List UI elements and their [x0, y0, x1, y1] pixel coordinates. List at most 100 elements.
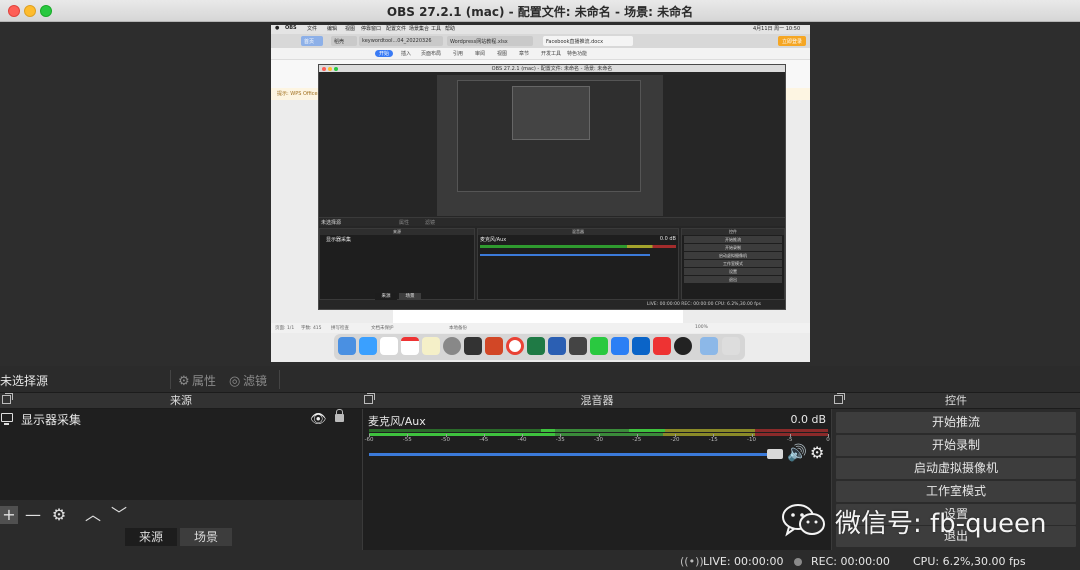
- mixer-dock: 混音器 麦克风/Aux 0.0 dB -60 -55 -50 -45 -40 -35 -30…: [362, 393, 832, 550]
- doc-status-item: 本地备份: [449, 326, 467, 331]
- nested-sources-dock: 来源 显示器采集: [319, 228, 475, 300]
- nested-title: OBS 27.2.1 (mac) - 配置文件: 未命名 - 场景: 未命名: [319, 65, 785, 72]
- notes-icon: [422, 337, 440, 355]
- list-item[interactable]: 显示器采集 👁: [0, 409, 362, 427]
- notice-text: 提示: WPS Office: [277, 91, 318, 97]
- nested-control-button: 设置: [684, 268, 782, 275]
- ribbon-tab: 页面布局: [421, 51, 442, 57]
- login-button: 立即登录: [777, 36, 806, 46]
- controls-title: 控件: [945, 394, 967, 407]
- tab-scenes[interactable]: 场景: [180, 528, 232, 546]
- undock-icon[interactable]: [834, 393, 845, 404]
- wps-statusbar: 页面: 1/1 字数: 415 拼写检查 文档未保护 本地备份 100%: [271, 323, 810, 333]
- undock-icon[interactable]: [2, 393, 13, 404]
- ribbon-tab: 插入: [401, 51, 412, 57]
- move-down-button[interactable]: ﹀: [110, 506, 128, 524]
- volume-slider[interactable]: [369, 453, 769, 456]
- mixer-db-value: 0.0 dB: [790, 413, 826, 426]
- start-virtual-camera-button[interactable]: 启动虚拟摄像机: [836, 458, 1076, 479]
- sources-header: 来源: [0, 393, 362, 409]
- meter-scale-label: -30: [594, 437, 603, 443]
- meter-tick: [751, 434, 753, 437]
- calculator-icon: [569, 337, 587, 355]
- nested-tab-scenes: 场景: [399, 293, 421, 300]
- tab-sources[interactable]: 来源: [125, 528, 177, 546]
- start-recording-button[interactable]: 开始录制: [836, 435, 1076, 456]
- nested-status: LIVE: 00:00:00 REC: 00:00:00 CPU: 6.2%,3…: [646, 302, 761, 307]
- meter-scale-label: -10: [747, 437, 756, 443]
- mail-icon: [380, 337, 398, 355]
- dock-tabs: 来源 场景: [0, 528, 362, 547]
- menubar-item: 停靠窗口: [361, 26, 382, 32]
- nested-control-button: 退出: [684, 276, 782, 283]
- ribbon-tab-active: 开始: [375, 50, 394, 57]
- meter-scale-label: -15: [708, 437, 718, 443]
- source-toolbar: 未选择源 ⚙ 属性 ◎ 滤镜: [0, 366, 1080, 393]
- chrome-icon: [506, 337, 524, 355]
- meter-tick: [789, 434, 791, 437]
- obs-app-icon: [464, 337, 482, 355]
- eye-icon[interactable]: 👁: [310, 412, 327, 427]
- start-streaming-button[interactable]: 开始推流: [836, 412, 1076, 433]
- browser-tabbar: 首页 稻壳 keywordtool...04_20220326 Wordpres…: [271, 34, 810, 48]
- meter-scale-label: -20: [670, 437, 680, 443]
- mixer-header: 混音器: [362, 393, 832, 409]
- nested-mixer-db: 0.0 dB: [659, 236, 676, 242]
- filters-label: 滤镜: [243, 374, 268, 388]
- meter-tick: [675, 434, 676, 437]
- speaker-icon[interactable]: 🔊: [787, 443, 807, 462]
- feishu-icon: [611, 337, 629, 355]
- preview-area[interactable]: ● OBS 文件 编辑 视图 停靠窗口 配置文件 场景集合 工具 帮助 4月11…: [0, 22, 1080, 366]
- meter-tick: [636, 434, 638, 437]
- sources-title: 来源: [170, 394, 192, 407]
- nested-preview: [437, 75, 663, 216]
- nested-slider: [480, 254, 650, 256]
- studio-mode-button[interactable]: 工作室模式: [836, 481, 1076, 502]
- properties-button[interactable]: ⚙ 属性: [178, 370, 216, 389]
- nested-source-item: 显示器采集: [326, 237, 352, 243]
- lock-icon[interactable]: [335, 409, 344, 422]
- nested-tab-sources: 来源: [375, 293, 397, 300]
- no-source-selected-label: 未选择源: [0, 374, 49, 388]
- menubar-item: 配置文件: [386, 26, 407, 32]
- nested-controls-dock: 控件 开始推流 开始录制 启动虚拟摄像机 工作室模式 设置 退出: [681, 228, 785, 300]
- meter-tick: [483, 434, 485, 437]
- status-bar: ((•)) LIVE: 00:00:00 REC: 00:00:00 CPU: …: [0, 552, 1080, 570]
- sources-list[interactable]: 显示器采集 👁: [0, 409, 362, 500]
- menubar-item: 文件: [307, 26, 318, 32]
- undock-icon[interactable]: [364, 393, 375, 404]
- doc-status-item: 100%: [695, 325, 708, 330]
- source-label: 显示器采集: [21, 413, 82, 427]
- doc-status-item: 文档未保护: [371, 326, 394, 331]
- volume-slider-handle[interactable]: [767, 449, 783, 459]
- nested-no-source: 未选择源: [321, 220, 342, 226]
- ribbon-tab: 开发工具: [541, 51, 562, 57]
- nested-mixer-dock: 混音器 麦克风/Aux 0.0 dB: [477, 228, 679, 300]
- live-indicator-icon: ((•)): [680, 555, 704, 568]
- doc-status-item: 页面: 1/1: [275, 326, 295, 331]
- separator: [279, 370, 280, 389]
- browser-tab: Wordpress网站教程.xlsx: [447, 36, 533, 46]
- window-title: OBS 27.2.1 (mac) - 配置文件: 未命名 - 场景: 未命名: [386, 5, 694, 19]
- wps-icon: [653, 337, 671, 355]
- nested-filters: 滤镜: [425, 220, 436, 226]
- rec-indicator-icon: [794, 558, 802, 566]
- nested-obs-window: OBS 27.2.1 (mac) - 配置文件: 未命名 - 场景: 未命名 未…: [318, 64, 786, 310]
- filters-button[interactable]: ◎ 滤镜: [229, 370, 267, 389]
- ribbon-tab: 视图: [497, 51, 508, 57]
- outlook-icon: [632, 337, 650, 355]
- nested-control-button: 启动虚拟摄像机: [684, 252, 782, 259]
- ribbon-tab: 特色功能: [567, 51, 588, 57]
- gear-icon[interactable]: ⚙: [810, 443, 824, 462]
- source-settings-button[interactable]: ⚙: [50, 506, 68, 524]
- move-up-button[interactable]: ︿: [84, 506, 102, 524]
- add-source-button[interactable]: +: [0, 506, 18, 524]
- menubar-item: 编辑: [327, 26, 338, 32]
- settings-icon: [443, 337, 461, 355]
- meter-scale-label: -55: [402, 437, 412, 443]
- mac-menubar: ● OBS 文件 编辑 视图 停靠窗口 配置文件 场景集合 工具 帮助 4月11…: [271, 25, 810, 34]
- rec-timer: REC: 00:00:00: [811, 555, 890, 568]
- remove-source-button[interactable]: —: [24, 506, 42, 524]
- browser-tab: 稻壳: [331, 36, 357, 46]
- apple-icon: ●: [275, 25, 280, 31]
